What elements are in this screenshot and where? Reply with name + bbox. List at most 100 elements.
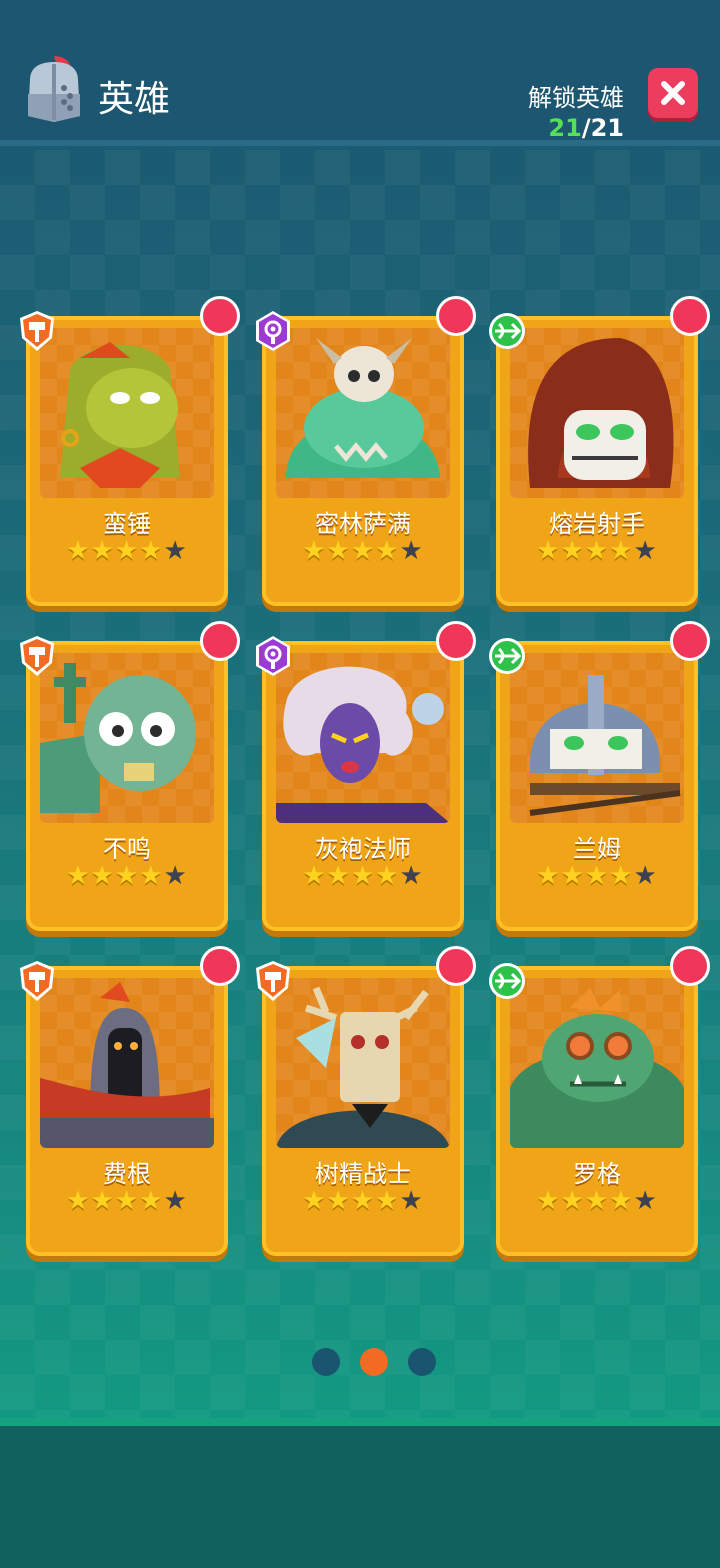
hero-portrait-treant-warrior bbox=[276, 978, 450, 1148]
star-filled-icon: ★ bbox=[302, 861, 327, 891]
hero-card[interactable]: 密林萨满 ★★★★★ bbox=[256, 296, 476, 606]
notification-dot bbox=[670, 621, 710, 661]
star-empty-icon: ★ bbox=[633, 536, 658, 566]
hero-card[interactable]: 不鸣 ★★★★★ bbox=[20, 621, 240, 931]
unlock-heroes-label: 解锁英雄 bbox=[528, 84, 624, 112]
hero-name: 罗格 bbox=[573, 1160, 621, 1188]
star-filled-icon: ★ bbox=[302, 536, 327, 566]
star-rating: ★★★★★ bbox=[496, 863, 698, 889]
hammer-icon bbox=[20, 961, 54, 1001]
star-filled-icon: ★ bbox=[139, 1186, 164, 1216]
hero-card[interactable]: 熔岩射手 ★★★★★ bbox=[489, 296, 710, 606]
star-rating: ★★★★★ bbox=[262, 1188, 464, 1214]
hero-name: 兰姆 bbox=[573, 835, 621, 863]
notification-dot bbox=[436, 946, 476, 986]
hero-card[interactable]: 蛮锤 ★★★★★ bbox=[20, 296, 240, 606]
star-filled-icon: ★ bbox=[584, 1186, 610, 1216]
star-filled-icon: ★ bbox=[114, 861, 140, 891]
star-empty-icon: ★ bbox=[633, 1186, 658, 1216]
hero-portrait-goblin bbox=[510, 978, 684, 1148]
notification-dot bbox=[436, 296, 476, 336]
hero-card[interactable]: 兰姆 ★★★★★ bbox=[489, 621, 710, 931]
hero-portrait-grey-mage bbox=[276, 653, 450, 823]
star-filled-icon: ★ bbox=[560, 1186, 585, 1216]
star-filled-icon: ★ bbox=[326, 1186, 351, 1216]
star-rating: ★★★★★ bbox=[26, 863, 228, 889]
star-empty-icon: ★ bbox=[399, 536, 424, 566]
notification-dot bbox=[436, 621, 476, 661]
star-empty-icon: ★ bbox=[163, 861, 188, 891]
hero-portrait-lava-archer bbox=[510, 328, 684, 498]
star-filled-icon: ★ bbox=[139, 861, 164, 891]
page-dot-3[interactable] bbox=[408, 1348, 436, 1376]
hero-portrait-knight-archer bbox=[510, 653, 684, 823]
star-filled-icon: ★ bbox=[609, 536, 634, 566]
hero-name: 费根 bbox=[103, 1160, 151, 1188]
total-count: /21 bbox=[581, 114, 624, 142]
star-filled-icon: ★ bbox=[609, 1186, 634, 1216]
notification-dot bbox=[200, 621, 240, 661]
star-empty-icon: ★ bbox=[399, 1186, 424, 1216]
hammer-icon bbox=[20, 311, 54, 351]
close-button[interactable] bbox=[648, 68, 698, 118]
star-filled-icon: ★ bbox=[66, 536, 91, 566]
notification-dot bbox=[670, 296, 710, 336]
hero-card[interactable]: 灰袍法师 ★★★★★ bbox=[256, 621, 476, 931]
hero-name: 树精战士 bbox=[315, 1160, 411, 1188]
star-filled-icon: ★ bbox=[584, 536, 610, 566]
hammer-icon bbox=[20, 636, 54, 676]
page-indicator bbox=[0, 1348, 720, 1378]
star-empty-icon: ★ bbox=[163, 1186, 188, 1216]
star-filled-icon: ★ bbox=[90, 861, 115, 891]
star-filled-icon: ★ bbox=[375, 536, 400, 566]
star-filled-icon: ★ bbox=[139, 536, 164, 566]
hammer-icon bbox=[256, 961, 290, 1001]
star-filled-icon: ★ bbox=[350, 536, 376, 566]
star-empty-icon: ★ bbox=[163, 536, 188, 566]
star-filled-icon: ★ bbox=[536, 1186, 561, 1216]
bottom-bar bbox=[0, 1418, 720, 1568]
hero-portrait-dark-knight bbox=[40, 978, 214, 1148]
star-rating: ★★★★★ bbox=[26, 1188, 228, 1214]
hero-name: 蛮锤 bbox=[103, 510, 151, 538]
hero-portrait-zombie bbox=[40, 653, 214, 823]
star-empty-icon: ★ bbox=[399, 861, 424, 891]
header-bar: 英雄 解锁英雄 21/21 bbox=[0, 0, 720, 146]
staff-icon bbox=[256, 311, 290, 351]
star-filled-icon: ★ bbox=[326, 861, 351, 891]
page-dot-2-active[interactable] bbox=[360, 1348, 388, 1376]
star-filled-icon: ★ bbox=[350, 861, 376, 891]
bow-icon bbox=[489, 638, 525, 674]
page-title: 英雄 bbox=[98, 79, 171, 120]
star-filled-icon: ★ bbox=[560, 536, 585, 566]
hero-card[interactable]: 树精战士 ★★★★★ bbox=[256, 946, 476, 1256]
unlocked-count: 21 bbox=[548, 114, 582, 142]
star-rating: ★★★★★ bbox=[496, 1188, 698, 1214]
page-dot-1[interactable] bbox=[312, 1348, 340, 1376]
star-filled-icon: ★ bbox=[584, 861, 610, 891]
star-empty-icon: ★ bbox=[633, 861, 658, 891]
bow-icon bbox=[489, 963, 525, 999]
star-filled-icon: ★ bbox=[536, 861, 561, 891]
hero-card[interactable]: 费根 ★★★★★ bbox=[20, 946, 240, 1256]
star-filled-icon: ★ bbox=[375, 1186, 400, 1216]
unlock-heroes-count: 21/21 bbox=[548, 114, 624, 142]
star-filled-icon: ★ bbox=[302, 1186, 327, 1216]
close-icon bbox=[661, 81, 685, 105]
star-filled-icon: ★ bbox=[66, 861, 91, 891]
star-rating: ★★★★★ bbox=[262, 863, 464, 889]
hero-card[interactable]: 罗格 ★★★★★ bbox=[489, 946, 710, 1256]
notification-dot bbox=[200, 296, 240, 336]
star-filled-icon: ★ bbox=[66, 1186, 91, 1216]
hero-name: 密林萨满 bbox=[315, 510, 411, 538]
hero-name: 熔岩射手 bbox=[549, 510, 645, 538]
star-filled-icon: ★ bbox=[560, 861, 585, 891]
bow-icon bbox=[489, 313, 525, 349]
star-rating: ★★★★★ bbox=[26, 538, 228, 564]
star-rating: ★★★★★ bbox=[496, 538, 698, 564]
star-filled-icon: ★ bbox=[114, 1186, 140, 1216]
star-filled-icon: ★ bbox=[350, 1186, 376, 1216]
star-filled-icon: ★ bbox=[375, 861, 400, 891]
hero-portrait-shaman bbox=[276, 328, 450, 498]
helmet-icon bbox=[28, 56, 80, 122]
